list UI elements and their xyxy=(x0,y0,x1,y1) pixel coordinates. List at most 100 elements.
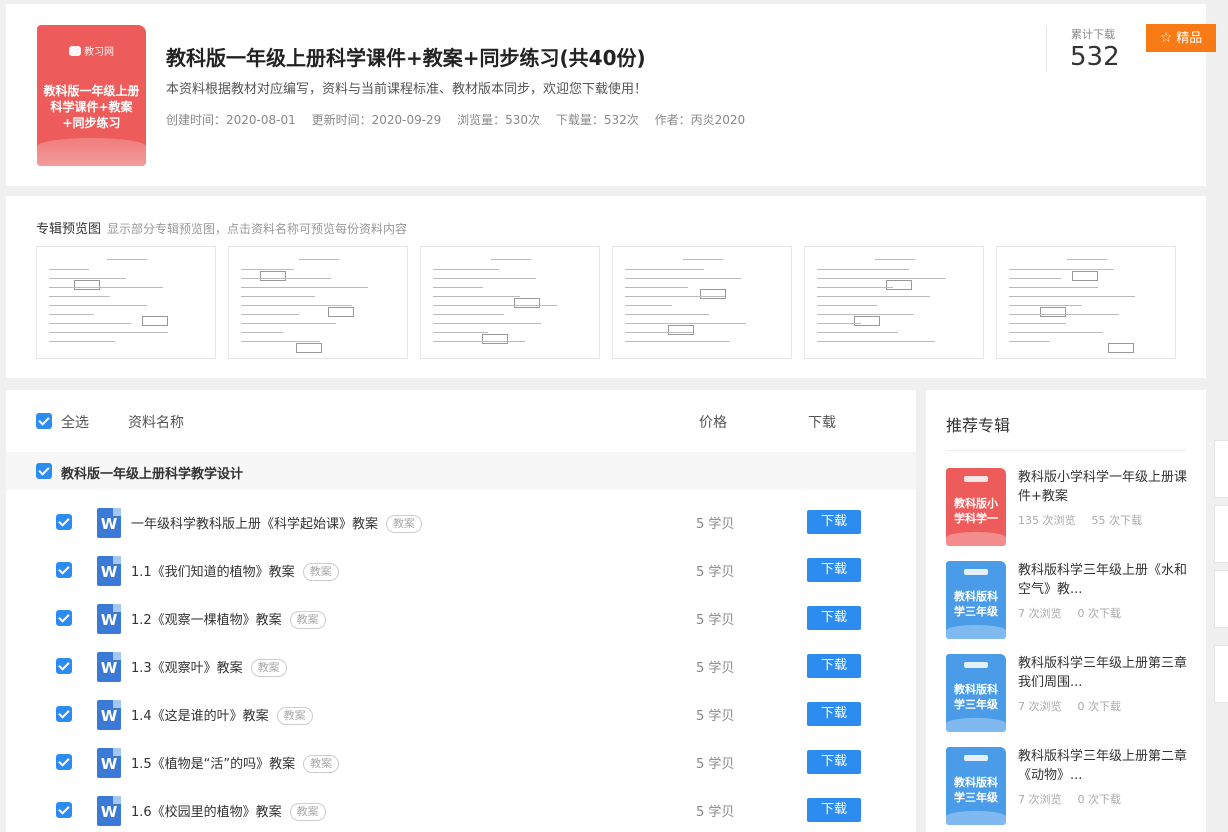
group-label: 教科版一年级上册科学教学设计 xyxy=(61,467,244,482)
cover-logo-icon xyxy=(964,662,988,668)
side-tool-4[interactable] xyxy=(1214,645,1228,703)
select-all-checkbox[interactable] xyxy=(36,413,52,429)
cover-logo-icon xyxy=(964,569,988,575)
recommend-cover[interactable]: 教科版科学三年级 xyxy=(946,561,1006,639)
side-tool-2[interactable] xyxy=(1214,505,1228,563)
preview-thumbnail[interactable] xyxy=(36,246,216,359)
file-name-text[interactable]: 1.5《植物是“活”的吗》教案 xyxy=(131,757,295,772)
row-checkbox[interactable] xyxy=(56,754,72,770)
file-price: 5 学贝 xyxy=(696,709,735,724)
file-price: 5 学贝 xyxy=(696,517,735,532)
logo-icon xyxy=(69,46,81,56)
table-row: W 1.3《观察叶》教案 教案 5 学贝 下载 xyxy=(6,642,916,690)
side-tool-3[interactable] xyxy=(1214,570,1228,628)
row-checkbox[interactable] xyxy=(56,562,72,578)
download-button[interactable]: 下载 xyxy=(807,798,861,822)
file-name-text[interactable]: 1.2《观察一棵植物》教案 xyxy=(131,613,282,628)
row-checkbox[interactable] xyxy=(56,658,72,674)
file-type-tag: 教案 xyxy=(250,659,287,677)
file-name-text[interactable]: 1.6《校园里的植物》教案 xyxy=(131,805,282,820)
download-button[interactable]: 下载 xyxy=(807,702,861,726)
recommend-cover[interactable]: 教科版科学三年级 xyxy=(946,747,1006,825)
page-title: 教科版一年级上册科学课件+教案+同步练习(共40份) xyxy=(166,46,646,70)
group-row: 教科版一年级上册科学教学设计 xyxy=(6,452,916,490)
cover-wave xyxy=(946,532,1006,546)
recommend-name[interactable]: 教科版科学三年级上册第二章《动物》... xyxy=(1018,747,1190,785)
download-button[interactable]: 下载 xyxy=(807,558,861,582)
file-price: 5 学贝 xyxy=(696,805,735,820)
word-doc-icon: W xyxy=(97,604,121,634)
recommend-views: 7 次浏览 xyxy=(1018,700,1062,713)
download-button[interactable]: 下载 xyxy=(807,750,861,774)
file-type-tag: 教案 xyxy=(289,611,326,629)
preview-thumbnail[interactable] xyxy=(804,246,984,359)
preview-thumbnail[interactable] xyxy=(228,246,408,359)
recommend-meta: 7 次浏览 0 次下载 xyxy=(1018,791,1137,807)
album-header: 教习网 教科版一年级上册科学课件+教案+同步练习 教科版一年级上册科学课件+教案… xyxy=(6,4,1216,186)
meta-author: 作者：丙炎2020 xyxy=(654,113,746,127)
row-checkbox[interactable] xyxy=(56,514,72,530)
file-name-text[interactable]: 1.1《我们知道的植物》教案 xyxy=(131,565,295,580)
download-button[interactable]: 下载 xyxy=(807,606,861,630)
album-description: 本资料根据教材对应编写，资料与当前课程标准、教材版本同步，欢迎您下载使用！ xyxy=(166,82,648,97)
table-row: W 1.2《观察一棵植物》教案 教案 5 学贝 下载 xyxy=(6,594,916,642)
file-type-tag: 教案 xyxy=(289,803,326,821)
recommend-item[interactable]: 教科版科学三年级 教科版科学三年级上册《水和空气》教... 7 次浏览 0 次下载 xyxy=(946,561,1187,641)
recommend-title: 推荐专辑 xyxy=(946,416,1011,435)
recommend-cover[interactable]: 教科版小学科学一 xyxy=(946,468,1006,546)
recommend-name[interactable]: 教科版小学科学一年级上册课件+教案 xyxy=(1018,468,1190,506)
download-count-label: 累计下载 xyxy=(1071,28,1115,41)
preview-section: 专辑预览图 显示部分专辑预览图，点击资料名称可预览每份资料内容 xyxy=(6,196,1206,378)
side-tool-1[interactable] xyxy=(1214,440,1228,498)
recommend-item[interactable]: 教科版科学三年级 教科版科学三年级上册第三章我们周围... 7 次浏览 0 次下载 xyxy=(946,654,1187,734)
cover-wave xyxy=(946,625,1006,639)
download-button[interactable]: 下载 xyxy=(807,654,861,678)
word-doc-icon: W xyxy=(97,652,121,682)
cover-wave xyxy=(37,138,146,166)
preview-thumbnail[interactable] xyxy=(420,246,600,359)
recommend-downloads: 0 次下载 xyxy=(1077,793,1122,806)
file-name-text[interactable]: 1.3《观察叶》教案 xyxy=(131,661,243,676)
preview-thumbnail[interactable] xyxy=(996,246,1176,359)
recommend-name[interactable]: 教科版科学三年级上册第三章我们周围... xyxy=(1018,654,1190,692)
recommend-views: 7 次浏览 xyxy=(1018,793,1062,806)
table-row: W 1.5《植物是“活”的吗》教案 教案 5 学贝 下载 xyxy=(6,738,916,786)
file-name[interactable]: 1.5《植物是“活”的吗》教案 教案 xyxy=(131,753,340,773)
table-row: W 1.6《校园里的植物》教案 教案 5 学贝 下载 xyxy=(6,786,916,832)
cover-wave xyxy=(946,811,1006,825)
row-checkbox[interactable] xyxy=(56,610,72,626)
file-name[interactable]: 1.6《校园里的植物》教案 教案 xyxy=(131,801,326,821)
file-price: 5 学贝 xyxy=(696,613,735,628)
table-row: W 一年级科学教科版上册《科学起始课》教案 教案 5 学贝 下载 xyxy=(6,498,916,546)
recommend-views: 135 次浏览 xyxy=(1018,514,1076,527)
recommend-name[interactable]: 教科版科学三年级上册《水和空气》教... xyxy=(1018,561,1190,599)
preview-thumbnail[interactable] xyxy=(612,246,792,359)
file-name[interactable]: 1.4《这是谁的叶》教案 教案 xyxy=(131,705,313,725)
file-name[interactable]: 1.1《我们知道的植物》教案 教案 xyxy=(131,561,339,581)
recommend-item[interactable]: 教科版科学三年级 教科版科学三年级上册第二章《动物》... 7 次浏览 0 次下载 xyxy=(946,747,1187,827)
file-name[interactable]: 1.3《观察叶》教案 教案 xyxy=(131,657,287,677)
select-all-label[interactable]: 全选 xyxy=(61,412,89,432)
row-checkbox[interactable] xyxy=(56,706,72,722)
premium-badge-label: 精品 xyxy=(1176,31,1203,46)
file-name[interactable]: 一年级科学教科版上册《科学起始课》教案 教案 xyxy=(131,513,423,533)
download-button[interactable]: 下载 xyxy=(807,510,861,534)
recommend-cover[interactable]: 教科版科学三年级 xyxy=(946,654,1006,732)
file-name-text[interactable]: 1.4《这是谁的叶》教案 xyxy=(131,709,269,724)
recommend-views: 7 次浏览 xyxy=(1018,607,1062,620)
preview-heading: 专辑预览图 显示部分专辑预览图，点击资料名称可预览每份资料内容 xyxy=(36,218,407,237)
group-checkbox[interactable] xyxy=(36,463,52,479)
recommend-divider xyxy=(946,450,1186,451)
recommend-meta: 7 次浏览 0 次下载 xyxy=(1018,605,1137,621)
row-checkbox[interactable] xyxy=(56,802,72,818)
recommend-item[interactable]: 教科版小学科学一 教科版小学科学一年级上册课件+教案 135 次浏览 55 次下载 xyxy=(946,468,1187,548)
star-icon: ☆ xyxy=(1159,30,1173,46)
recommend-cover-text: 教科版科学三年级 xyxy=(954,776,998,804)
file-name-text[interactable]: 一年级科学教科版上册《科学起始课》教案 xyxy=(131,517,378,532)
premium-badge: ☆ 精品 xyxy=(1146,24,1216,52)
cover-logo-icon xyxy=(964,476,988,482)
file-name[interactable]: 1.2《观察一棵植物》教案 教案 xyxy=(131,609,326,629)
file-type-tag: 教案 xyxy=(386,515,423,533)
recommend-cover-text: 教科版小学科学一 xyxy=(954,497,998,525)
table-row: W 1.4《这是谁的叶》教案 教案 5 学贝 下载 xyxy=(6,690,916,738)
